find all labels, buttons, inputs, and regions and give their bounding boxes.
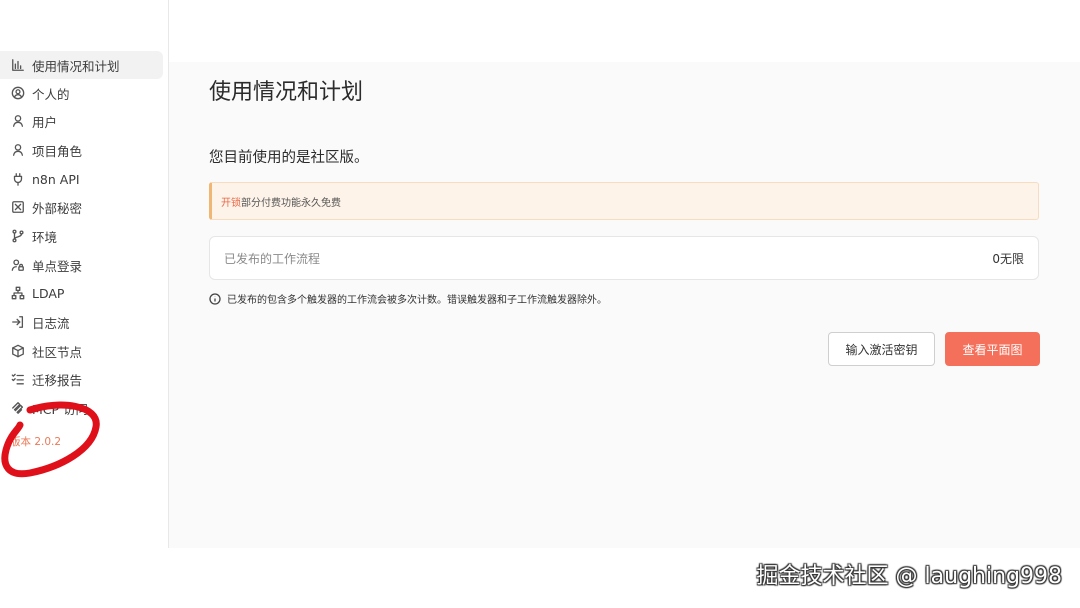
user-lock-icon <box>10 257 26 273</box>
sidebar-item-label: 社区节点 <box>32 344 83 360</box>
sidebar-item-project-roles[interactable]: 项目角色 <box>0 136 163 164</box>
sidebar: 使用情况和计划 个人的 用户 项目角色 n8n API 外部秘密 环境 单点登录… <box>0 0 169 548</box>
user-circle-icon <box>10 85 26 101</box>
sidebar-item-log-streaming[interactable]: 日志流 <box>0 308 163 336</box>
unlock-notice: 开锁 部分付费功能永久免费 <box>209 182 1039 220</box>
sidebar-item-migration-report[interactable]: 迁移报告 <box>0 365 163 393</box>
plug-icon <box>10 171 26 187</box>
info-note: 已发布的包含多个触发器的工作流会被多次计数。错误触发器和子工作流触发器除外。 <box>209 291 607 306</box>
sidebar-item-external-secrets[interactable]: 外部秘密 <box>0 193 163 221</box>
sidebar-item-environments[interactable]: 环境 <box>0 222 163 250</box>
sidebar-item-label: n8n API <box>32 171 80 187</box>
sidebar-item-users[interactable]: 用户 <box>0 107 163 135</box>
sidebar-item-label: 单点登录 <box>32 258 83 274</box>
plan-subtitle: 您目前使用的是社区版。 <box>209 150 369 166</box>
sidebar-item-label: 外部秘密 <box>32 200 83 216</box>
user-icon <box>10 113 26 129</box>
sidebar-item-label: 项目角色 <box>32 143 83 159</box>
sidebar-item-community-nodes[interactable]: 社区节点 <box>0 337 163 365</box>
unlock-link[interactable]: 开锁 <box>221 194 241 209</box>
sidebar-item-label: 日志流 <box>32 315 70 331</box>
sidebar-item-label: 用户 <box>32 114 58 130</box>
mcp-icon <box>10 400 26 416</box>
sidebar-item-sso[interactable]: 单点登录 <box>0 251 163 279</box>
enter-activation-key-button[interactable]: 输入激活密钥 <box>828 332 935 366</box>
sidebar-item-personal[interactable]: 个人的 <box>0 79 163 107</box>
info-text: 已发布的包含多个触发器的工作流会被多次计数。错误触发器和子工作流触发器除外。 <box>227 295 607 306</box>
view-plans-button[interactable]: 查看平面图 <box>945 332 1040 366</box>
published-workflows-card: 已发布的工作流程 0无限 <box>209 236 1039 280</box>
cube-icon <box>10 343 26 359</box>
sidebar-item-label: 迁移报告 <box>32 372 83 388</box>
page-title: 使用情况和计划 <box>209 80 364 105</box>
vault-icon <box>10 199 26 215</box>
user-icon <box>10 142 26 158</box>
sidebar-item-label: MCP 访问 <box>32 401 89 417</box>
sidebar-item-label: 环境 <box>32 229 58 245</box>
main-content: 使用情况和计划 您目前使用的是社区版。 开锁 部分付费功能永久免费 已发布的工作… <box>169 62 1080 548</box>
info-icon <box>209 292 221 305</box>
sitemap-icon <box>10 285 26 301</box>
sidebar-item-usage[interactable]: 使用情况和计划 <box>0 51 163 79</box>
watermark: 掘金技术社区 @ laughing998 <box>756 564 1062 589</box>
sidebar-item-mcp-access[interactable]: MCP 访问 <box>0 394 163 422</box>
sidebar-item-label: 个人的 <box>32 86 70 102</box>
sidebar-item-label: LDAP <box>32 285 65 301</box>
bar-chart-icon <box>10 57 26 73</box>
sidebar-item-ldap[interactable]: LDAP <box>0 279 163 307</box>
metric-value: 0无限 <box>992 251 1024 266</box>
sidebar-item-label: 使用情况和计划 <box>32 58 120 74</box>
checklist-icon <box>10 371 26 387</box>
metric-label: 已发布的工作流程 <box>224 251 321 266</box>
sidebar-item-api[interactable]: n8n API <box>0 165 163 193</box>
git-branch-icon <box>10 228 26 244</box>
sign-in-icon <box>10 314 26 330</box>
notice-text: 部分付费功能永久免费 <box>241 197 341 209</box>
version-label: 版本 2.0.2 <box>10 436 62 448</box>
